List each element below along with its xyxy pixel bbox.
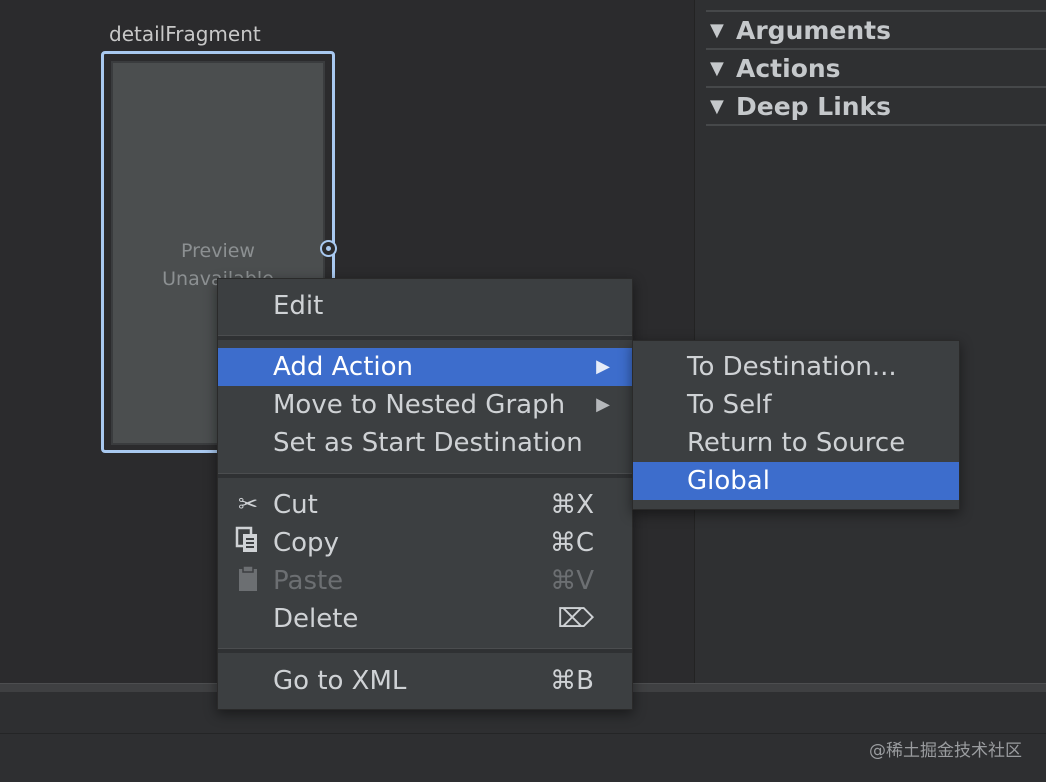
section-label: Deep Links (736, 92, 892, 121)
triangle-down-icon: ▼ (710, 58, 724, 79)
shortcut-cut: ⌘X (550, 490, 594, 520)
menu-item-copy[interactable]: Copy ⌘C (218, 524, 632, 562)
add-action-submenu: To Destination... To Self Return to Sour… (632, 340, 960, 510)
submenu-item-global[interactable]: Global (633, 462, 959, 500)
triangle-down-icon: ▼ (710, 20, 724, 41)
menu-item-go-to-xml[interactable]: Go to XML ⌘B (218, 662, 632, 700)
menu-item-paste[interactable]: Paste ⌘V (218, 562, 632, 600)
section-arguments[interactable]: ▼ Arguments (706, 10, 1046, 50)
submenu-item-to-self[interactable]: To Self (633, 386, 959, 424)
menu-separator (218, 335, 632, 340)
menu-item-move-to-nested-graph[interactable]: Move to Nested Graph ▶ (218, 386, 632, 424)
clipboard-icon (234, 564, 262, 596)
divider (0, 733, 1046, 734)
section-divider (706, 124, 1046, 126)
context-menu: Edit Add Action ▶ Move to Nested Graph ▶… (217, 278, 633, 710)
menu-separator (218, 648, 632, 653)
submenu-item-to-destination[interactable]: To Destination... (633, 348, 959, 386)
fragment-title: detailFragment (109, 22, 261, 46)
shortcut-paste: ⌘V (550, 566, 594, 596)
triangle-down-icon: ▼ (710, 96, 724, 117)
delete-key-icon: ⌦ (557, 604, 594, 634)
menu-item-edit[interactable]: Edit (218, 287, 632, 325)
copy-icon (234, 526, 262, 558)
submenu-item-return-to-source[interactable]: Return to Source (633, 424, 959, 462)
menu-item-add-action[interactable]: Add Action ▶ (218, 348, 632, 386)
menu-item-set-start-destination[interactable]: Set as Start Destination (218, 424, 632, 462)
shortcut-go-to-xml: ⌘B (550, 666, 594, 696)
menu-item-cut[interactable]: ✂ Cut ⌘X (218, 486, 632, 524)
section-label: Actions (736, 54, 841, 83)
section-actions[interactable]: ▼ Actions (706, 48, 1046, 88)
submenu-arrow-icon: ▶ (596, 356, 610, 377)
shortcut-copy: ⌘C (549, 528, 594, 558)
preview-line-1: Preview (181, 240, 255, 262)
section-deep-links[interactable]: ▼ Deep Links (706, 86, 1046, 126)
menu-item-delete[interactable]: Delete ⌦ (218, 600, 632, 638)
menu-separator (218, 473, 632, 478)
submenu-arrow-icon: ▶ (596, 394, 610, 415)
section-label: Arguments (736, 16, 892, 45)
scissors-icon: ✂ (237, 490, 259, 518)
watermark: @稀土掘金技术社区 (869, 741, 1022, 761)
action-anchor-handle[interactable] (320, 240, 337, 257)
